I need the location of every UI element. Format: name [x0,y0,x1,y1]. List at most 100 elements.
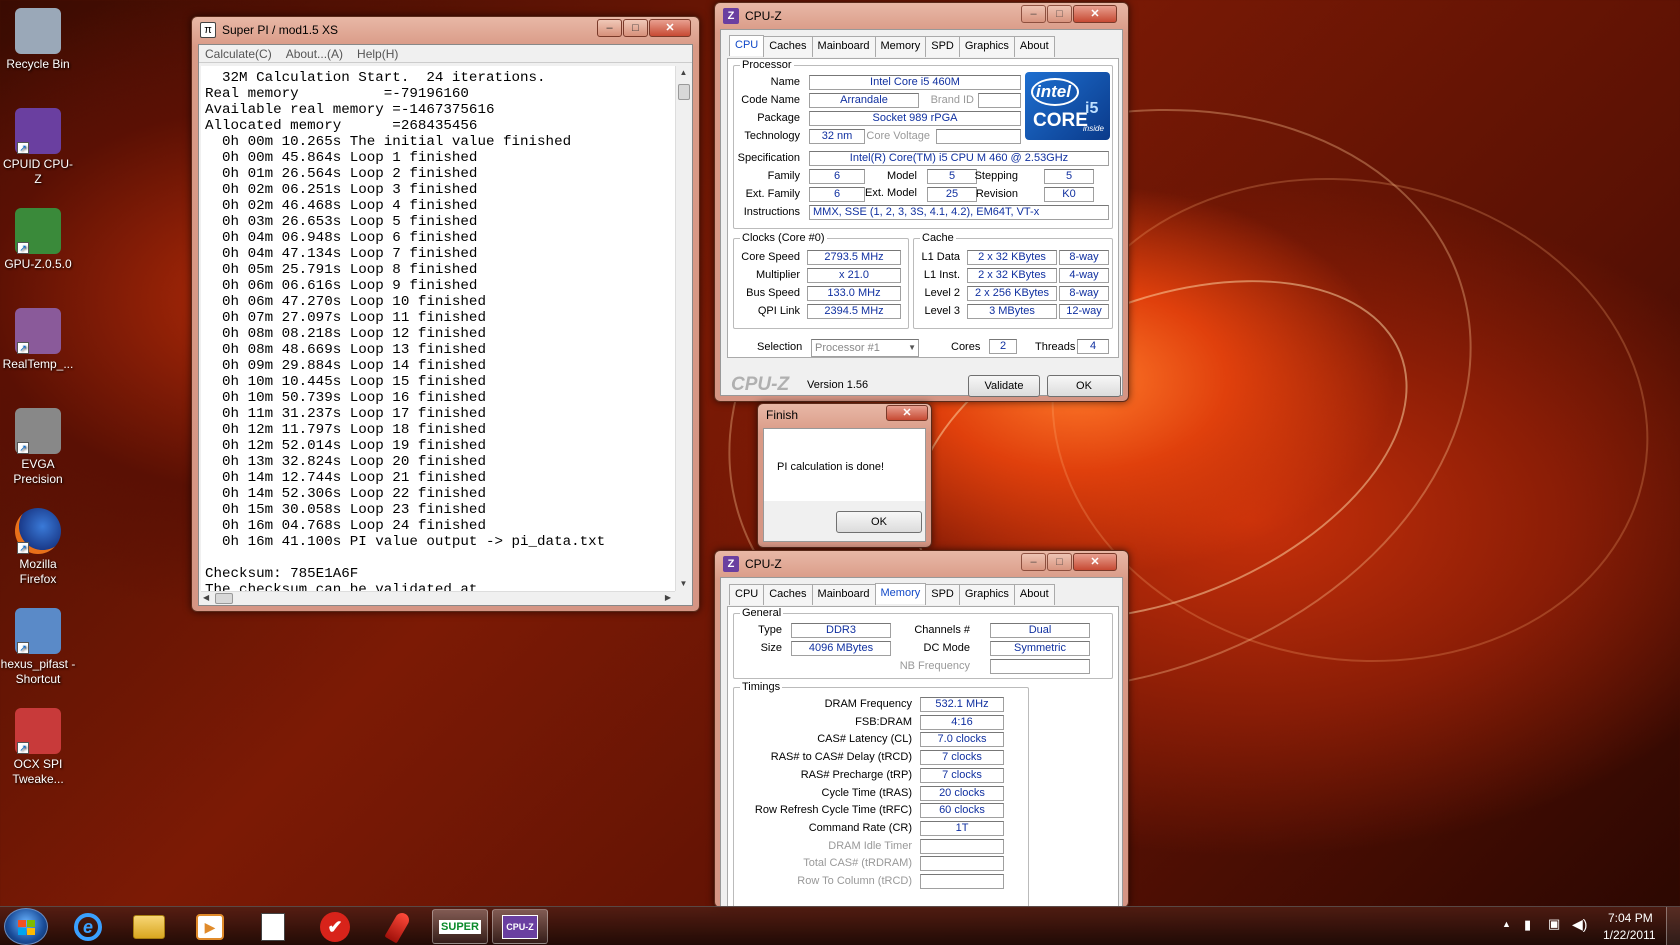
tab-memory[interactable]: Memory [874,583,927,604]
extmodel-label: Ext. Model [865,187,917,199]
tab-caches[interactable]: Caches [763,36,813,57]
menu-calculate[interactable]: Calculate(C) [205,47,272,61]
menu-help[interactable]: Help(H) [357,47,398,61]
internet-explorer-button[interactable]: e [60,909,116,944]
scroll-up-icon[interactable]: ▲ [677,68,690,78]
desktop-icon-label: Recycle Bin [6,57,70,71]
brandid-label: Brand ID [930,94,974,106]
timing-label: Total CAS# (tRDRAM) [803,857,912,870]
tab-graphics[interactable]: Graphics [958,36,1015,57]
maximize-button[interactable]: □ [623,19,648,37]
realtemp-icon: ↗ [15,308,61,354]
spec-label: Specification [737,152,800,164]
cache-group-label: Cache [920,232,956,244]
network-icon[interactable]: ▣ [1548,916,1560,932]
tab-mainboard[interactable]: Mainboard [811,584,876,605]
cpuz-taskbar-button[interactable]: CPU-Z [492,909,548,944]
media-player-button[interactable]: ▶ [182,909,238,944]
qpilink-label: QPI Link [757,305,800,317]
console-line: 0h 02m 46.468s Loop 4 finished [205,198,478,214]
scroll-left-icon[interactable]: ◀ [203,593,209,602]
close-button[interactable]: ✕ [886,405,928,421]
power-icon[interactable]: ▮ [1524,917,1531,933]
desktop-shortcut[interactable]: ↗ RealTemp_... [0,308,76,372]
tab-cpu[interactable]: CPU [729,35,765,56]
superpi-taskbar-button[interactable]: SUPER [432,909,488,944]
desktop-shortcut[interactable]: ↗ Mozilla Firefox [0,508,76,587]
desktop-shortcut[interactable]: ↗ EVGA Precision [0,408,76,487]
validate-button[interactable]: Validate [968,375,1040,397]
timing-value: 1T [920,820,1004,836]
desktop-shortcut[interactable]: ↗ hexus_pifast - Shortcut [0,608,76,687]
scrollbar-thumb[interactable] [678,84,690,100]
close-button[interactable]: ✕ [1073,553,1117,571]
console-line: 0h 10m 10.445s Loop 15 finished [205,374,486,390]
console-line: 0h 11m 31.237s Loop 17 finished [205,406,486,422]
show-desktop-button[interactable] [1666,907,1680,945]
finish-ok-button[interactable]: OK [836,511,922,533]
tab-memory[interactable]: Memory [874,36,927,57]
volume-icon[interactable]: ◀) [1572,916,1587,933]
superpi-window: π Super PI / mod1.5 XS – □ ✕ Calculate(C… [191,16,700,612]
qpilink-value: 2394.5 MHz [807,304,901,319]
close-button[interactable]: ✕ [649,19,691,37]
threads-label: Threads [1035,341,1076,353]
tab-cpu[interactable]: CPU [729,584,765,605]
family-label: Family [767,170,800,182]
ok-button[interactable]: OK [1047,375,1121,397]
multiplier-value: x 21.0 [807,268,901,283]
minimize-button[interactable]: – [597,19,622,37]
timing-value [920,856,1004,872]
technology-value: 32 nm [809,129,865,144]
vertical-scrollbar[interactable]: ▲ ▼ [675,66,691,591]
tab-spd[interactable]: SPD [925,584,960,605]
cpuz-memory-window: Z CPU-Z – □ ✕ CPU Caches Mainboard Memory SP… [714,550,1129,908]
maximize-button[interactable]: □ [1047,5,1072,23]
maximize-button[interactable]: □ [1047,553,1072,571]
clock-time[interactable]: 7:04 PM [1608,911,1653,925]
tab-mainboard[interactable]: Mainboard [811,36,876,57]
processor-select[interactable]: Processor #1 ▼ [811,339,919,357]
clock-date[interactable]: 1/22/2011 [1603,928,1656,942]
pin-app-button[interactable] [370,909,426,944]
cpuz-cpu-window: Z CPU-Z – □ ✕ CPU Caches Mainboard Memory SP… [714,2,1129,402]
folder-icon [133,914,165,939]
tab-graphics[interactable]: Graphics [958,584,1015,605]
timing-value: 20 clocks [920,785,1004,801]
desktop-shortcut[interactable]: Recycle Bin [0,8,76,72]
desktop-icon-label: CPUID CPU-Z [2,157,73,186]
tab-caches[interactable]: Caches [763,584,813,605]
console-line: 0h 08m 48.669s Loop 13 finished [205,342,486,358]
desktop-shortcut[interactable]: ↗ GPU-Z.0.5.0 [0,208,76,272]
scroll-down-icon[interactable]: ▼ [677,579,690,589]
general-group: General Type DDR3 Size 4096 MBytes Chann… [733,607,1113,679]
tab-spd[interactable]: SPD [925,36,960,57]
desktop-shortcut[interactable]: ↗ CPUID CPU-Z [0,108,76,187]
chevron-down-icon[interactable]: ▼ [908,340,916,356]
explorer-button[interactable] [121,909,177,944]
hscrollbar-thumb[interactable] [215,593,233,604]
l2-value: 2 x 256 KBytes [967,286,1057,301]
desktop-shortcut[interactable]: ↗ OCX SPI Tweake... [0,708,76,787]
horizontal-scrollbar[interactable]: ◀ ▶ [201,591,675,605]
cpuz-cpu-body: CPU Caches Mainboard Memory SPD Graphics About… [720,29,1123,397]
close-button[interactable]: ✕ [1073,5,1117,23]
console-line: 0h 06m 47.270s Loop 10 finished [205,294,486,310]
ocx-spi-icon: ↗ [15,708,61,754]
scroll-right-icon[interactable]: ▶ [665,593,671,602]
minimize-button[interactable]: – [1021,5,1046,23]
desktop-icon-label: Mozilla [19,557,57,571]
timing-label: DRAM Idle Timer [828,839,912,852]
show-hidden-icons-icon[interactable]: ▲ [1502,919,1511,929]
name-value: Intel Core i5 460M [809,75,1021,90]
task-manager-button[interactable] [245,909,301,944]
shortcut-arrow-icon: ↗ [17,442,29,454]
menu-about[interactable]: About...(A) [286,47,343,61]
minimize-button[interactable]: – [1021,553,1046,571]
l1d-label: L1 Data [921,251,960,263]
tab-about[interactable]: About [1013,584,1055,605]
tab-about[interactable]: About [1013,36,1055,57]
start-button[interactable] [4,908,48,945]
checklist-app-button[interactable]: ✔ [307,909,363,944]
cores-value: 2 [989,339,1017,354]
